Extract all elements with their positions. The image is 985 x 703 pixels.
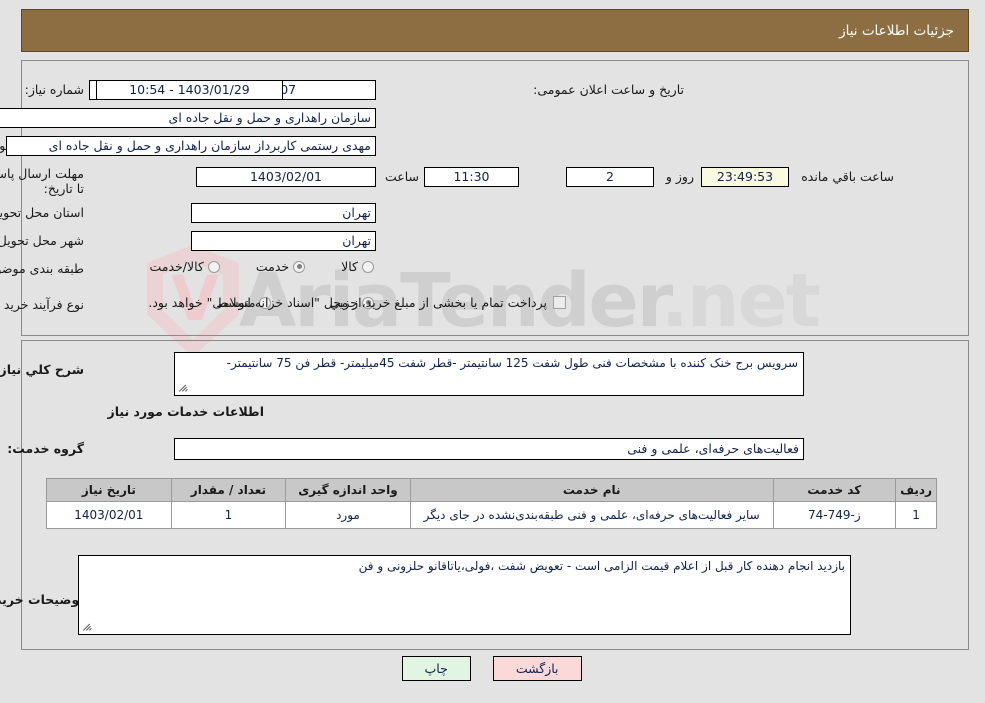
category-option-khedmat[interactable]: خدمت [256, 259, 307, 274]
deadline-hour-label: ساعت [385, 169, 420, 184]
cell-unit: مورد [286, 501, 412, 529]
checkbox-icon[interactable] [554, 296, 567, 309]
table-col-name: نام خدمت [410, 478, 775, 502]
service-group-field: فعالیت‌های حرفه‌ای، علمی و فنی [175, 438, 805, 460]
resize-handle-icon[interactable] [179, 381, 191, 393]
page-header-bar: جزئیات اطلاعات نیاز [22, 9, 970, 52]
treasury-bonds-checkbox-wrap[interactable]: پرداخت تمام یا بخشی از مبلغ خرید،از محل … [149, 295, 567, 310]
city-field: تهران [192, 231, 377, 251]
cell-date: 1403/02/01 [47, 501, 173, 529]
radio-circle-icon[interactable] [294, 260, 307, 273]
deadline-days-suffix-label: روز و [666, 169, 695, 184]
table-col-date: تاریخ نیاز [47, 478, 173, 502]
cell-code: ز-749-74 [773, 501, 898, 529]
buyer-notes-text: بازدید انجام دهنده کار قبل از اعلام قیمت… [359, 559, 846, 573]
requester-field: مهدی رستمی کاربرداز سازمان راهداری و حمل… [7, 136, 377, 156]
resize-handle-icon[interactable] [83, 620, 95, 632]
page-title: جزئیات اطلاعات نیاز [840, 22, 955, 39]
deadline-countdown-field: 23:49:53 [702, 167, 790, 187]
purchase-type-label: نوع فرآیند خرید : [0, 297, 85, 312]
province-label: استان محل تحویل: [0, 205, 85, 220]
category-option-label: کالا/خدمت [150, 259, 205, 274]
table-col-code: کد خدمت [773, 478, 898, 502]
service-group-label: گروه خدمت: [8, 441, 85, 456]
cell-qty: 1 [171, 501, 288, 529]
table-row: 1 ز-749-74 سایر فعالیت‌های حرفه‌ای، علمی… [47, 501, 938, 529]
announce-datetime-field: 1403/01/29 - 10:54 [97, 80, 284, 100]
services-section-heading: اطلاعات خدمات مورد نیاز [108, 404, 266, 419]
deadline-hour-field: 11:30 [425, 167, 520, 187]
province-field: تهران [192, 203, 377, 223]
deadline-days-field: 2 [567, 167, 655, 187]
category-label: طبقه بندی موضوعی: [0, 261, 85, 276]
buyer-notes-label: توضیحات خریدار: [0, 592, 85, 607]
radio-circle-icon[interactable] [208, 260, 221, 273]
table-col-radif: ردیف [896, 478, 938, 502]
deadline-countdown-suffix-label: ساعت باقي مانده [802, 169, 895, 184]
back-button[interactable]: بازگشت [493, 656, 583, 681]
category-option-label: خدمت [256, 259, 291, 274]
services-table: ردیف کد خدمت نام خدمت واحد اندازه گیری ت… [47, 478, 938, 529]
treasury-bonds-text: پرداخت تمام یا بخشی از مبلغ خرید،از محل … [149, 295, 548, 310]
category-option-kala-khedmat[interactable]: کالا/خدمت [150, 259, 221, 274]
cell-radif: 1 [896, 501, 938, 529]
action-button-bar: بازگشت چاپ [0, 656, 985, 681]
announce-datetime-label: تاریخ و ساعت اعلان عمومی: [534, 82, 685, 97]
table-header-row: ردیف کد خدمت نام خدمت واحد اندازه گیری ت… [47, 478, 938, 502]
table-col-qty: تعداد / مقدار [171, 478, 288, 502]
page-root: V AriaTender.net جزئیات اطلاعات نیاز شما… [0, 0, 985, 703]
radio-circle-icon[interactable] [363, 260, 375, 273]
deadline-date-field: 1403/02/01 [197, 167, 377, 187]
print-button[interactable]: چاپ [402, 656, 472, 681]
description-textarea[interactable]: سرویس برج خنک کننده با مشخصات فنی طول شف… [175, 352, 805, 396]
description-text: سرویس برج خنک کننده با مشخصات فنی طول شف… [227, 356, 799, 370]
cell-name: سایر فعالیت‌های حرفه‌ای، علمی و فنی طبقه… [410, 501, 775, 529]
city-label: شهر محل تحویل: [0, 233, 85, 248]
category-radio-group[interactable]: کالا خدمت کالا/خدمت [150, 259, 375, 274]
buyer-notes-textarea[interactable]: بازدید انجام دهنده کار قبل از اعلام قیمت… [79, 555, 852, 635]
need-number-label: شماره نیاز: [25, 82, 85, 97]
category-option-label: کالا [342, 259, 359, 274]
category-option-kala[interactable]: کالا [342, 259, 375, 274]
description-label: شرح کلي نیاز: [0, 362, 85, 377]
buyer-org-field: سازمان راهداری و حمل و نقل جاده ای [0, 108, 377, 128]
deadline-label: مهلت ارسال پاسخ: تا تاریخ: [0, 166, 85, 196]
table-col-unit: واحد اندازه گیری [286, 478, 412, 502]
